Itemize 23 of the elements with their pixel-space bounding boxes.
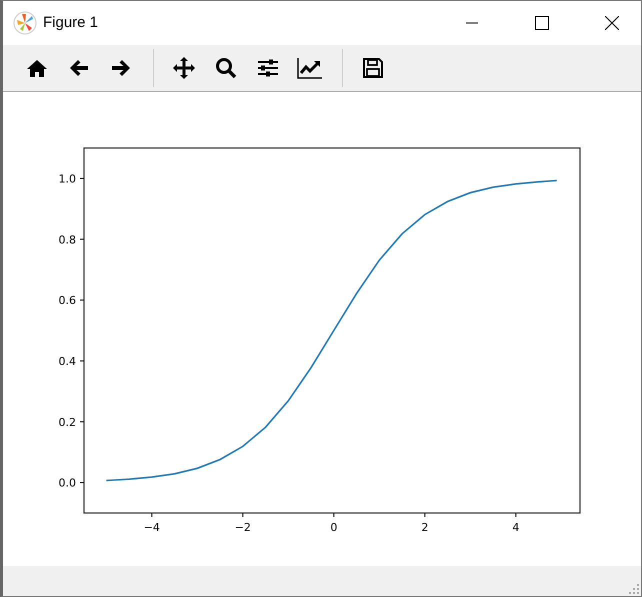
x-tick-label: 2	[421, 521, 428, 534]
x-tick-label: 4	[512, 521, 520, 534]
sliders-icon	[257, 58, 279, 78]
right-arrow-icon	[110, 58, 132, 78]
y-tick-label: 0.6	[58, 294, 76, 308]
line-chart-icon	[297, 57, 323, 79]
y-tick-label: 0.2	[58, 416, 76, 429]
x-tick-label: −4	[144, 521, 160, 534]
y-tick-label: 0.8	[58, 233, 76, 246]
move-arrows-icon	[172, 56, 196, 80]
home-icon	[26, 58, 48, 78]
window-title: Figure 1	[43, 12, 98, 33]
y-tick-label: 0.4	[58, 354, 76, 368]
y-tick-label: 0.0	[58, 476, 76, 490]
x-tick-label: −2	[234, 521, 251, 534]
resize-grip-icon	[629, 584, 639, 594]
search-icon	[215, 57, 237, 79]
maximize-icon	[535, 16, 549, 30]
app-logo-icon	[13, 11, 37, 35]
left-arrow-icon	[68, 58, 90, 78]
close-icon	[605, 16, 619, 30]
x-tick-label: 0	[330, 521, 338, 534]
y-tick-label: 1.0	[58, 172, 76, 186]
